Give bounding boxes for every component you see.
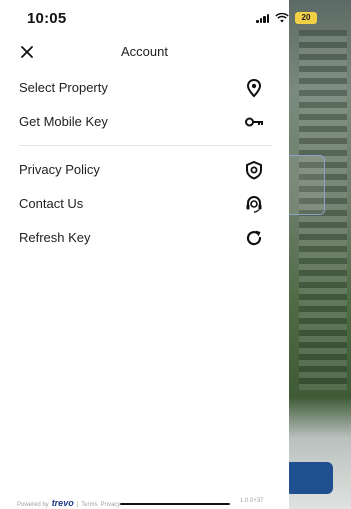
cellular-signal-icon: [256, 13, 269, 23]
terms-link[interactable]: Terms: [81, 502, 97, 508]
shield-icon: [246, 160, 262, 180]
menu-item-get-mobile-key[interactable]: Get Mobile Key: [0, 109, 289, 137]
app-version: 1.0.0+37: [240, 498, 264, 504]
menu-item-privacy-policy[interactable]: Privacy Policy: [0, 157, 289, 185]
menu-item-refresh-key[interactable]: Refresh Key: [0, 225, 289, 253]
account-drawer: 10:05 20 Account Select Property Get Mob…: [0, 0, 317, 509]
menu-item-select-property[interactable]: Select Property: [0, 75, 289, 103]
status-bar: 10:05 20: [0, 8, 351, 30]
menu-divider: [19, 145, 272, 146]
background-app-preview: [289, 0, 351, 509]
home-indicator: [120, 503, 230, 505]
location-pin-icon: [246, 78, 262, 98]
status-time: 10:05: [27, 10, 67, 27]
menu-item-label: Get Mobile Key: [19, 114, 108, 129]
drawer-header: Account: [0, 44, 289, 64]
privacy-link[interactable]: Privacy: [101, 502, 121, 508]
menu-item-label: Select Property: [19, 80, 108, 95]
menu-item-contact-us[interactable]: Contact Us: [0, 191, 289, 219]
battery-indicator: 20: [295, 12, 317, 24]
footer: Powered by trevo | Terms Privacy: [17, 498, 120, 508]
close-icon[interactable]: [19, 44, 35, 60]
menu-item-label: Contact Us: [19, 196, 84, 211]
wifi-icon: [275, 13, 289, 23]
menu-item-label: Refresh Key: [19, 230, 91, 245]
key-icon: [245, 117, 263, 127]
footer-separator: |: [76, 502, 79, 508]
menu-item-label: Privacy Policy: [19, 162, 100, 177]
brand-logo: trevo: [51, 498, 74, 508]
drawer-title: Account: [121, 44, 168, 59]
support-agent-icon: [246, 196, 262, 213]
status-icons: 20: [256, 12, 317, 24]
refresh-icon: [246, 230, 262, 246]
background-card: [289, 155, 325, 215]
background-button: [289, 462, 333, 494]
powered-by-text: Powered by: [17, 502, 49, 508]
